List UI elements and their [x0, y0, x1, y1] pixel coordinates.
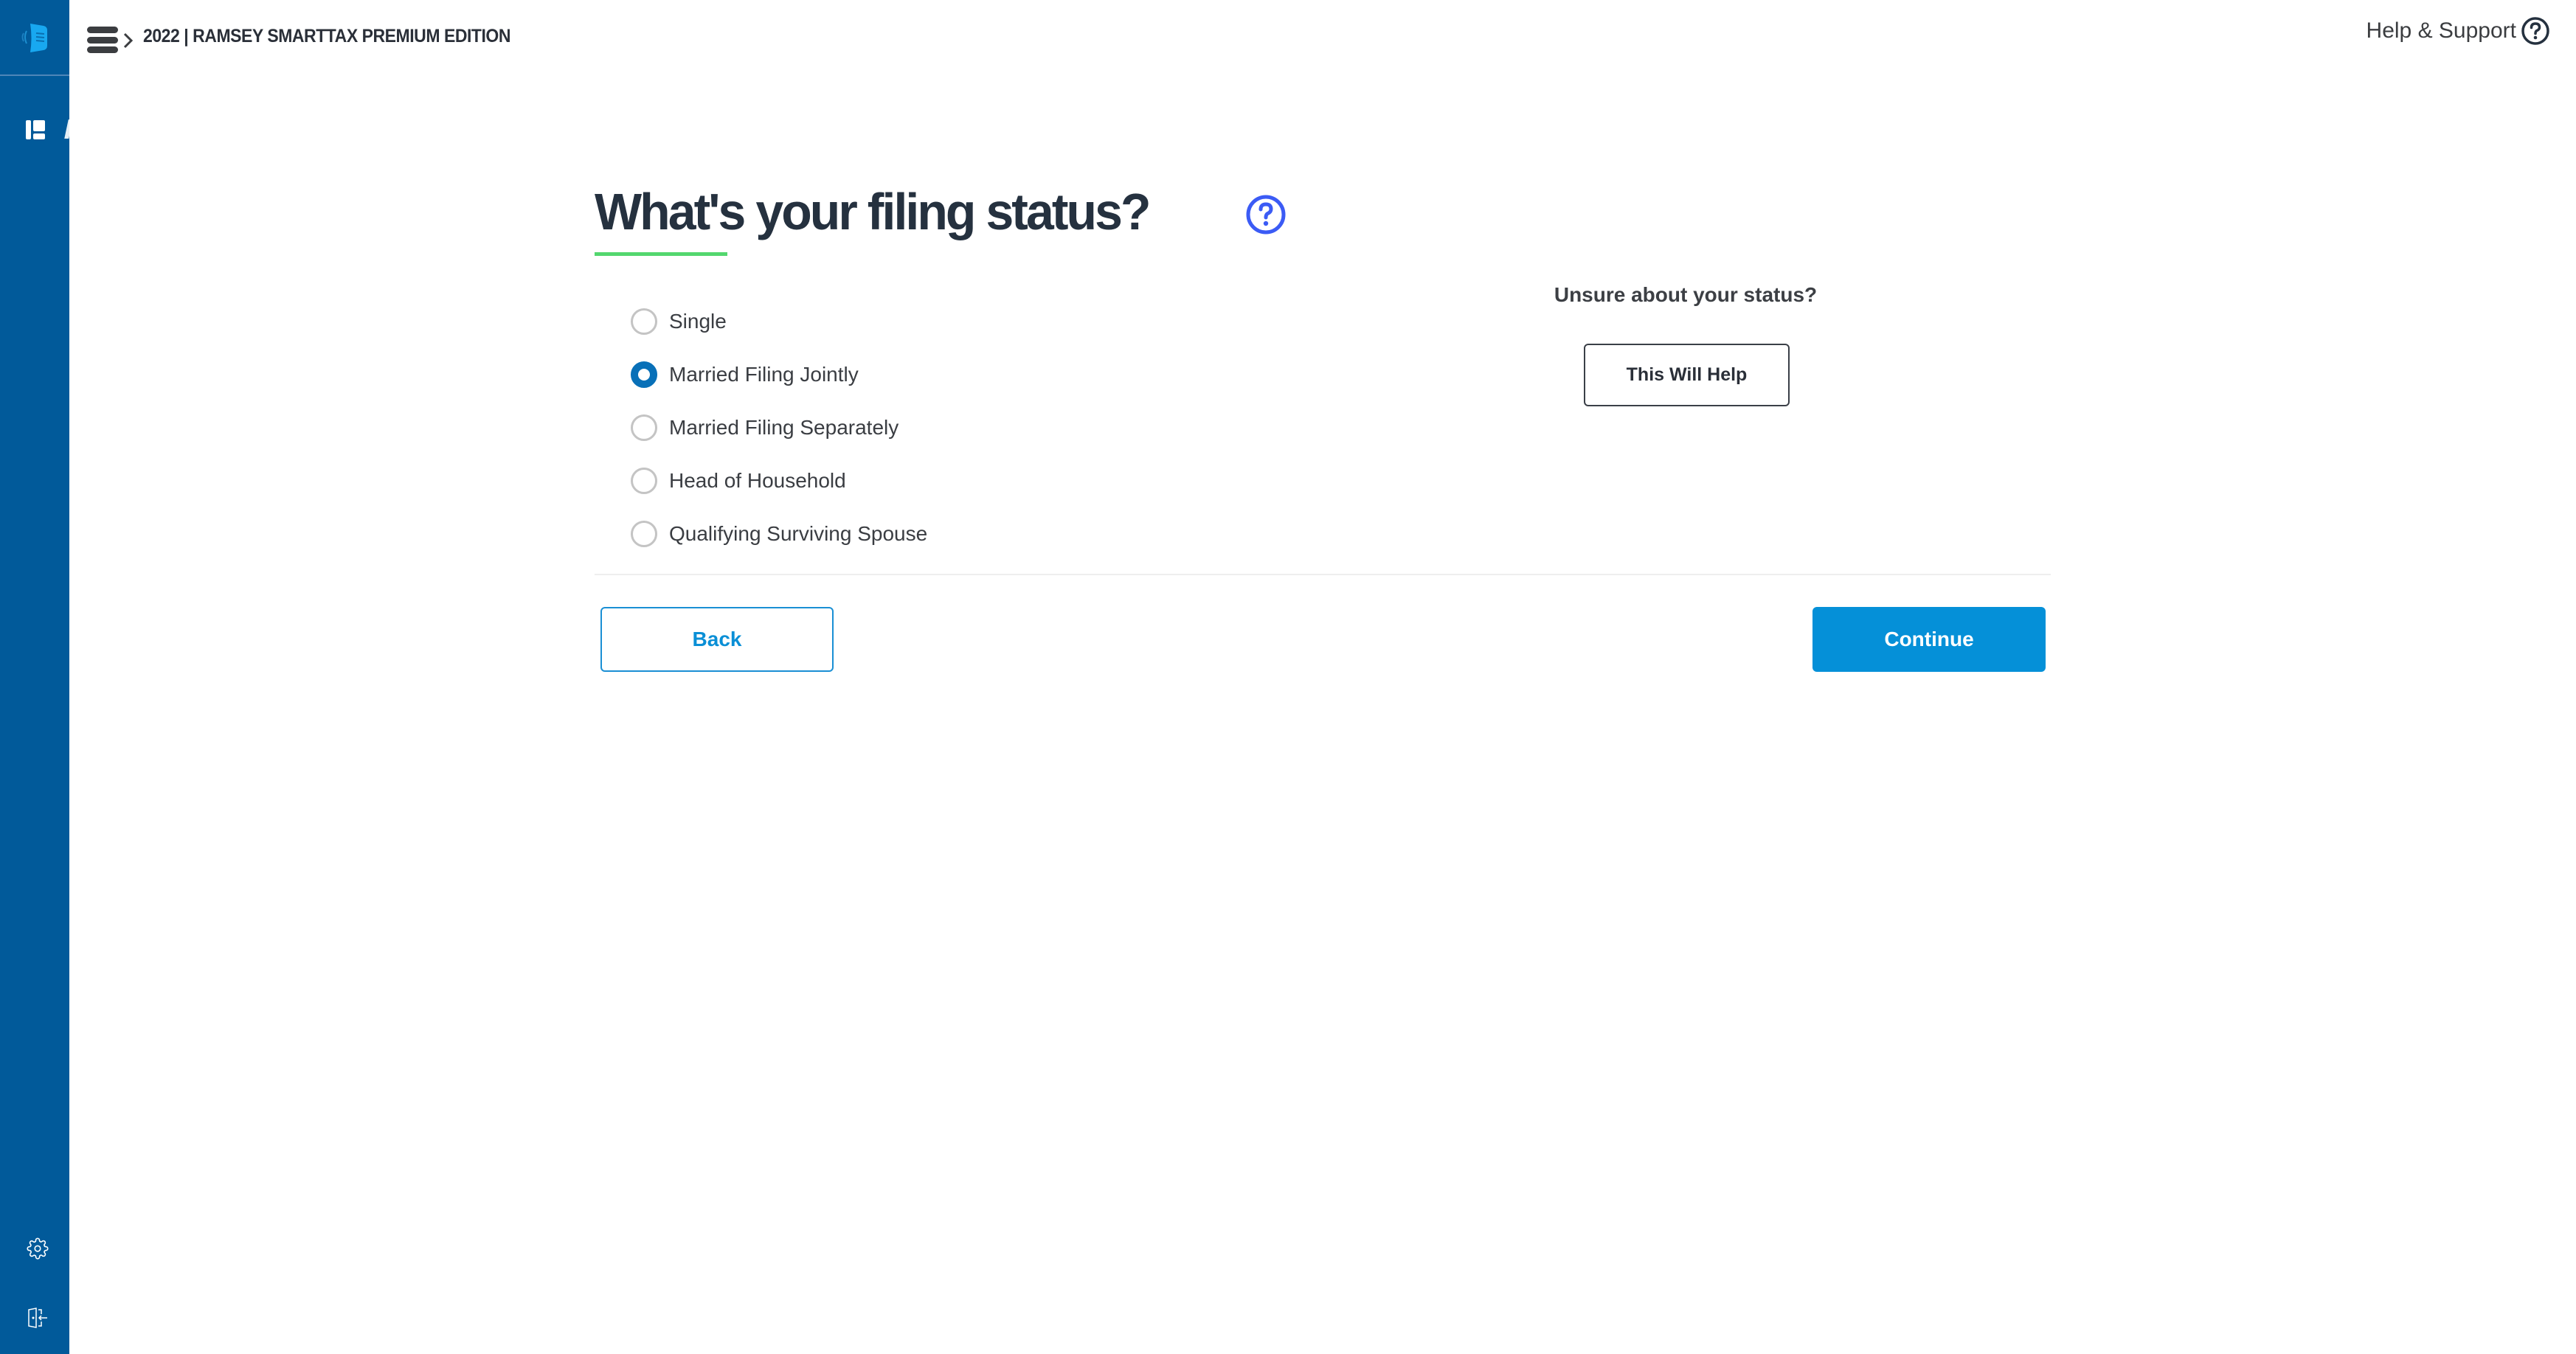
radio-button-selected[interactable] — [631, 361, 657, 388]
radio-label: Head of Household — [669, 469, 846, 492]
page-title: What's your filing status? — [595, 183, 1151, 240]
radio-option-head-of-household[interactable]: Head of Household — [631, 454, 927, 507]
radio-label: Married Filing Jointly — [669, 363, 859, 386]
radio-label: Single — [669, 310, 727, 333]
radio-option-married-filing-separately[interactable]: Married Filing Separately — [631, 401, 927, 454]
hamburger-bar — [87, 46, 118, 53]
menu-button[interactable] — [87, 27, 120, 53]
app-title: 2022 | RAMSEY SMARTTAX PREMIUM EDITION — [143, 26, 511, 46]
continue-button[interactable]: Continue — [1812, 607, 2046, 672]
radio-option-single[interactable]: Single — [631, 295, 927, 348]
radio-label: Married Filing Separately — [669, 416, 899, 439]
app-logo[interactable] — [0, 0, 69, 76]
radio-button[interactable] — [631, 414, 657, 441]
radio-button[interactable] — [631, 468, 657, 494]
sidebar — [0, 0, 73, 1354]
radio-button[interactable] — [631, 308, 657, 335]
dashboard-icon — [26, 120, 45, 139]
logout-icon — [28, 1308, 47, 1328]
sidebar-label-peek — [64, 119, 73, 139]
help-support-link[interactable]: Help & Support — [2366, 16, 2550, 46]
radio-button[interactable] — [631, 521, 657, 547]
sidebar-item-settings[interactable] — [27, 1237, 49, 1260]
hamburger-bar — [87, 36, 118, 44]
logo-icon — [21, 23, 47, 52]
radio-option-married-filing-jointly[interactable]: Married Filing Jointly — [631, 348, 927, 401]
gear-icon — [27, 1237, 49, 1260]
sidebar-item-logout[interactable] — [27, 1307, 49, 1329]
help-support-label: Help & Support — [2366, 18, 2516, 43]
hamburger-bar — [87, 27, 118, 33]
radio-option-qualifying-surviving-spouse[interactable]: Qualifying Surviving Spouse — [631, 507, 927, 560]
chevron-right-icon — [123, 32, 134, 49]
question-circle-icon[interactable] — [1245, 194, 1287, 235]
divider — [595, 574, 2051, 575]
radio-label: Qualifying Surviving Spouse — [669, 522, 928, 545]
title-underline — [595, 252, 727, 256]
filing-status-radio-group: Single Married Filing Jointly Married Fi… — [631, 295, 927, 560]
back-button[interactable]: Back — [600, 607, 834, 672]
unsure-heading: Unsure about your status? — [1554, 283, 1818, 306]
question-circle-icon — [2521, 17, 2549, 45]
this-will-help-button[interactable]: This Will Help — [1584, 344, 1790, 406]
sidebar-item-dashboard[interactable] — [25, 119, 46, 140]
